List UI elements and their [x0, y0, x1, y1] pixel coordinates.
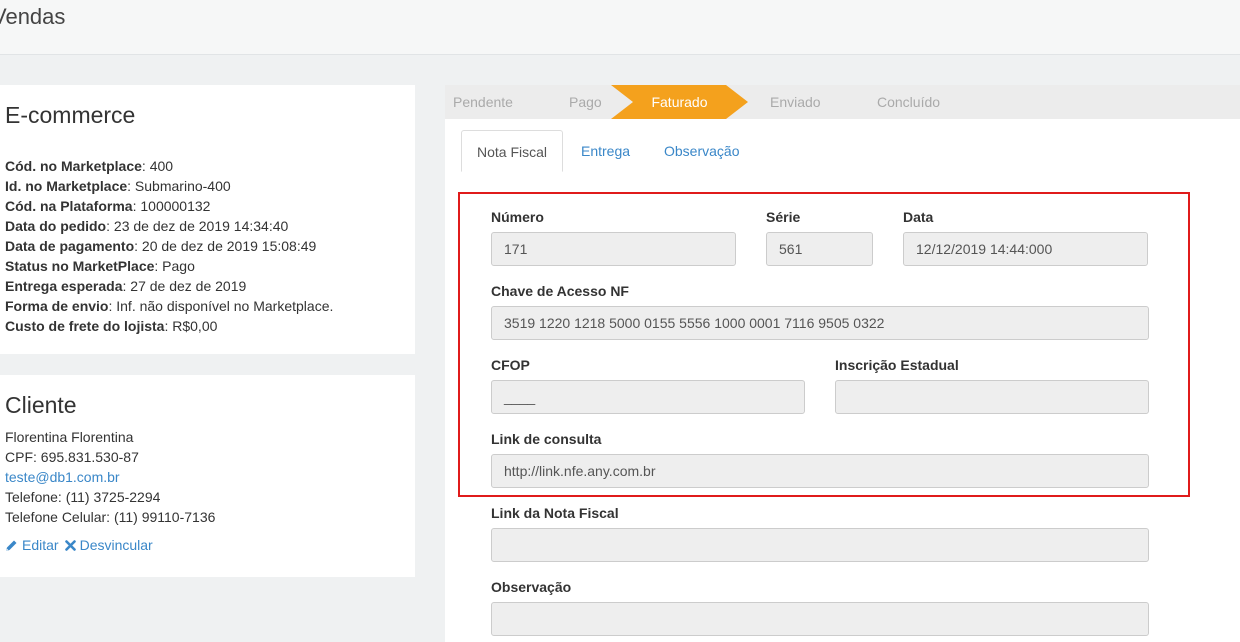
cliente-phone: Telefone: (11) 3725-2294: [5, 489, 161, 505]
data-field[interactable]: 12/12/2019 14:44:000: [903, 232, 1148, 266]
chave-label: Chave de Acesso NF: [491, 283, 629, 299]
page-title: Vendas: [0, 4, 66, 29]
ecommerce-info-list: Cód. no Marketplace: 400 Id. no Marketpl…: [5, 156, 333, 336]
ecommerce-panel: E-commerce Cód. no Marketplace: 400 Id. …: [0, 85, 415, 354]
unlink-button[interactable]: Desvincular: [64, 537, 153, 553]
serie-label: Série: [766, 209, 801, 225]
tab-nota-fiscal[interactable]: Nota Fiscal: [461, 130, 564, 172]
step-pendente: Pendente: [453, 94, 513, 110]
info-row: Data de pagamento: 20 de dez de 2019 15:…: [5, 238, 317, 254]
tab-entrega[interactable]: Entrega: [581, 130, 630, 172]
ecommerce-title: E-commerce: [5, 102, 136, 128]
info-row: Entrega esperada: 27 de dez de 2019: [5, 278, 247, 294]
info-row: Id. no Marketplace: Submarino-400: [5, 178, 231, 194]
obs-field[interactable]: [491, 602, 1149, 636]
chave-field[interactable]: 3519 1220 1218 5000 0155 5556 1000 0001 …: [491, 306, 1149, 340]
obs-label: Observação: [491, 579, 572, 595]
step-enviado: Enviado: [770, 94, 821, 110]
tab-observacao[interactable]: Observação: [664, 130, 739, 172]
cliente-actions: Editar Desvincular: [5, 537, 155, 553]
ie-label: Inscrição Estadual: [835, 357, 959, 373]
cliente-name: Florentina Florentina: [5, 429, 134, 445]
info-row: Forma de envio: Inf. não disponível no M…: [5, 298, 334, 314]
cliente-mobile: Telefone Celular: (11) 99110-7136: [5, 509, 216, 525]
step-pago: Pago: [569, 94, 602, 110]
link-nf-label: Link da Nota Fiscal: [491, 505, 619, 521]
step-faturado: Faturado: [611, 85, 748, 119]
numero-label: Número: [491, 209, 544, 225]
info-row: Cód. no Marketplace: 400: [5, 158, 174, 174]
cliente-panel: Cliente Florentina Florentina CPF: 695.8…: [0, 375, 415, 577]
info-row: Cód. na Plataforma: 100000132: [5, 198, 211, 214]
unlink-label: Desvincular: [79, 537, 153, 553]
step-faturado-label: Faturado: [651, 94, 708, 110]
info-row: Status no MarketPlace: Pago: [5, 258, 195, 274]
cliente-info-list: Florentina Florentina CPF: 695.831.530-8…: [5, 427, 215, 527]
data-label: Data: [903, 209, 934, 225]
step-concluido: Concluído: [877, 94, 941, 110]
serie-field[interactable]: 561: [766, 232, 873, 266]
cfop-label: CFOP: [491, 357, 530, 373]
info-row: Data do pedido: 23 de dez de 2019 14:34:…: [5, 218, 289, 234]
numero-field[interactable]: 171: [491, 232, 736, 266]
cliente-cpf: CPF: 695.831.530-87: [5, 449, 139, 465]
info-row: Custo de frete do lojista: R$0,00: [5, 318, 218, 334]
tabs: Nota Fiscal Entrega Observação: [445, 130, 1240, 172]
pencil-icon: [5, 539, 18, 552]
edit-label: Editar: [22, 537, 59, 553]
edit-button[interactable]: Editar: [5, 537, 59, 553]
cfop-field[interactable]: ____: [491, 380, 805, 414]
cliente-title: Cliente: [5, 392, 77, 418]
page-header: Vendas: [0, 0, 1240, 55]
link-consulta-label: Link de consulta: [491, 431, 602, 447]
order-status-steps: Pendente Pago Faturado Enviado Concluído: [445, 85, 1240, 119]
close-icon: [64, 539, 76, 551]
link-consulta-field[interactable]: http://link.nfe.any.com.br: [491, 454, 1149, 488]
ie-field[interactable]: [835, 380, 1149, 414]
link-nf-field[interactable]: [491, 528, 1149, 562]
cliente-email-link[interactable]: teste@db1.com.br: [5, 467, 215, 487]
